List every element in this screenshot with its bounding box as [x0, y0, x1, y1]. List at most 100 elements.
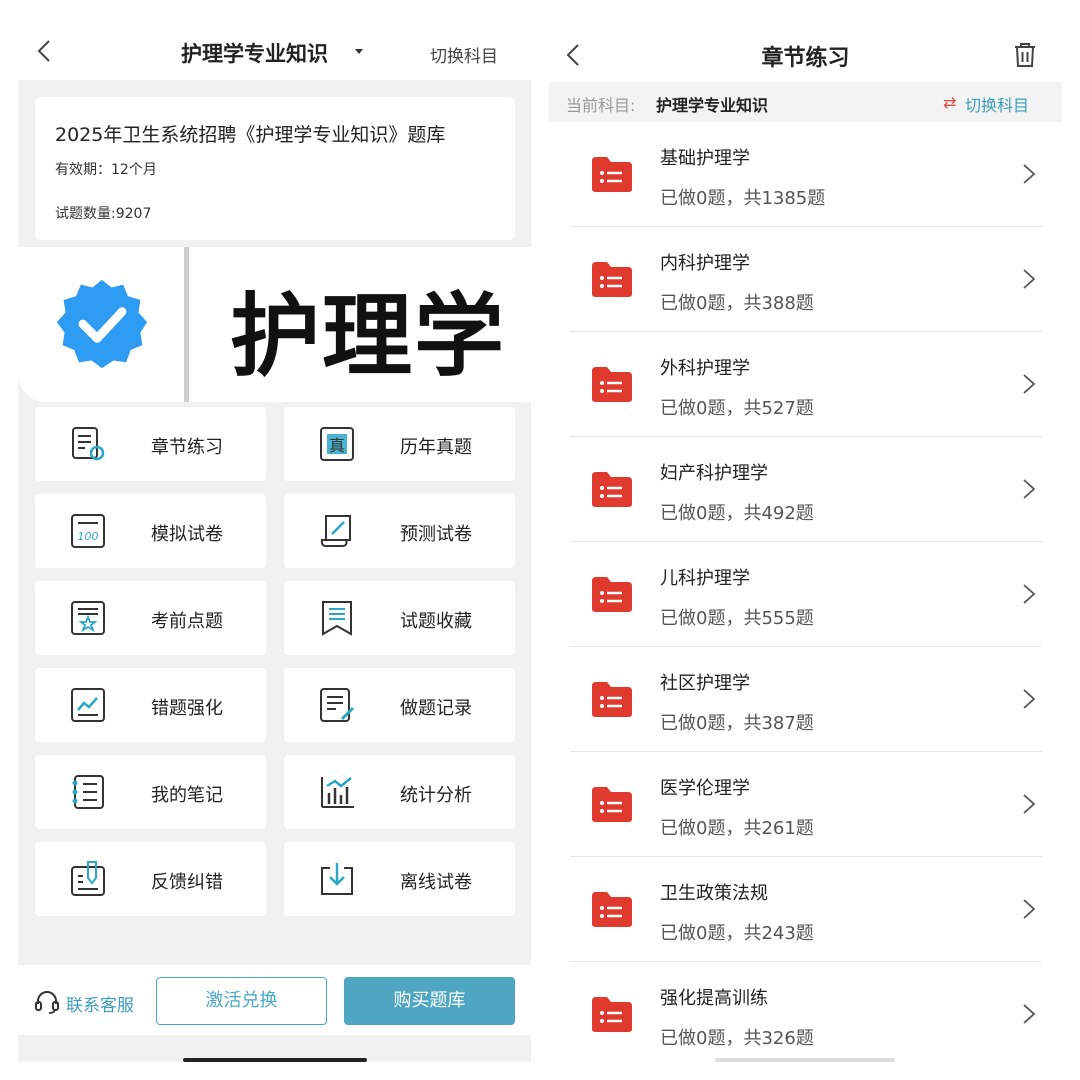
switch-subject-link[interactable]: 切换科目: [430, 42, 498, 67]
tile-past-exams[interactable]: 真 历年真题: [284, 407, 515, 481]
list-item[interactable]: 外科护理学 已做0题，共527题: [549, 332, 1062, 437]
chapter-progress: 已做0题，共1385题: [660, 188, 826, 209]
tile-label: 做题记录: [400, 698, 472, 719]
list-item[interactable]: 医学伦理学 已做0题，共261题: [549, 752, 1062, 857]
chapter-practice-icon: [72, 427, 105, 461]
list-item[interactable]: 强化提高训练 已做0题，共326题: [549, 962, 1062, 1067]
banner-divider: [184, 247, 189, 402]
switch-subject-link[interactable]: 切换科目: [965, 92, 1029, 116]
tile-my-notes[interactable]: 我的笔记: [35, 755, 266, 829]
chapter-progress: 已做0题，共555题: [660, 608, 814, 629]
top-nav-bar: 护理学专业知识 切换科目: [18, 22, 531, 80]
verified-badge-icon: [56, 279, 148, 369]
mock-paper-icon: 100: [71, 514, 105, 548]
home-indicator: [715, 1058, 895, 1062]
chevron-right-icon[interactable]: [1021, 372, 1037, 396]
chapter-name: 儿科护理学: [660, 568, 750, 589]
swap-icon[interactable]: ⇄: [943, 93, 956, 112]
back-arrow-icon[interactable]: [30, 36, 60, 66]
tile-label: 预测试卷: [400, 524, 472, 545]
list-item[interactable]: 基础护理学 已做0题，共1385题: [549, 122, 1062, 227]
chapter-progress: 已做0题，共326题: [660, 1028, 814, 1049]
tile-feedback[interactable]: 反馈纠错: [35, 842, 266, 916]
page-title[interactable]: 护理学专业知识: [181, 38, 328, 68]
banner-subject-text: 护理学: [230, 284, 506, 389]
bank-info-card: 2025年卫生系统招聘《护理学专业知识》题库 有效期：12个月 试题数量:920…: [35, 97, 515, 240]
folder-list-icon: [592, 262, 632, 297]
list-item[interactable]: 内科护理学 已做0题，共388题: [549, 227, 1062, 332]
chapter-practice-screen: 章节练习 当前科目: 护理学专业知识 ⇄ 切换科目 基础护理学 已做0题，共13…: [549, 0, 1062, 1062]
question-bank-home-screen: 护理学专业知识 切换科目 2025年卫生系统招聘《护理学专业知识》题库 有效期：…: [18, 0, 531, 1062]
folder-list-icon: [592, 682, 632, 717]
tile-label: 模拟试卷: [151, 524, 223, 545]
chevron-right-icon[interactable]: [1021, 897, 1037, 921]
chapter-name: 内科护理学: [660, 253, 750, 274]
current-subject-bar: 当前科目: 护理学专业知识 ⇄ 切换科目: [549, 82, 1062, 122]
bank-title: 2025年卫生系统招聘《护理学专业知识》题库: [55, 124, 446, 146]
folder-list-icon: [592, 787, 632, 822]
feedback-icon: [71, 861, 105, 896]
list-item[interactable]: 妇产科护理学 已做0题，共492题: [549, 437, 1062, 542]
list-item[interactable]: 卫生政策法规 已做0题，共243题: [549, 857, 1062, 962]
headset-icon[interactable]: [34, 989, 60, 1015]
tile-label: 历年真题: [400, 437, 472, 458]
chevron-right-icon[interactable]: [1021, 267, 1037, 291]
tile-label: 错题强化: [151, 698, 223, 719]
list-item[interactable]: 社区护理学 已做0题，共387题: [549, 647, 1062, 752]
chapter-name: 卫生政策法规: [660, 883, 768, 904]
tile-label: 试题收藏: [400, 611, 472, 632]
tile-label: 考前点题: [151, 611, 223, 632]
chapter-progress: 已做0题，共388题: [660, 293, 814, 314]
current-subject-label: 当前科目:: [566, 96, 636, 115]
question-count-text: 试题数量:9207: [55, 206, 152, 222]
past-exams-icon: 真: [320, 427, 354, 461]
tile-label: 章节练习: [151, 437, 223, 458]
chapter-progress: 已做0题，共387题: [660, 713, 814, 734]
tile-forecast-paper[interactable]: 预测试卷: [284, 494, 515, 568]
svg-text:100: 100: [78, 530, 99, 543]
chevron-right-icon[interactable]: [1021, 477, 1037, 501]
practice-record-icon: [320, 688, 355, 722]
page-title: 章节练习: [761, 46, 850, 71]
folder-list-icon: [592, 157, 632, 192]
trash-icon[interactable]: [1013, 42, 1037, 68]
chapter-name: 基础护理学: [660, 148, 750, 169]
chapter-name: 外科护理学: [660, 358, 750, 379]
home-indicator: [183, 1058, 367, 1062]
tile-offline-paper[interactable]: 离线试卷: [284, 842, 515, 916]
chapter-progress: 已做0题，共261题: [660, 818, 814, 839]
tile-label: 我的笔记: [151, 785, 223, 806]
bookmark-icon: [322, 601, 352, 636]
tile-mistake-review[interactable]: 错题强化: [35, 668, 266, 742]
chevron-right-icon[interactable]: [1021, 792, 1037, 816]
offline-download-icon: [321, 863, 353, 895]
chevron-right-icon[interactable]: [1021, 1002, 1037, 1026]
chevron-right-icon[interactable]: [1021, 162, 1037, 186]
tile-practice-record[interactable]: 做题记录: [284, 668, 515, 742]
chapter-name: 妇产科护理学: [660, 463, 768, 484]
tile-mock-paper[interactable]: 100 模拟试卷: [35, 494, 266, 568]
tile-statistics[interactable]: 统计分析: [284, 755, 515, 829]
statistics-icon: [321, 777, 354, 808]
mistake-review-icon: [71, 688, 105, 722]
subject-banner: 护理学: [18, 247, 531, 402]
chapter-progress: 已做0题，共527题: [660, 398, 814, 419]
pre-exam-tips-icon: [71, 601, 105, 635]
tile-label: 离线试卷: [400, 872, 472, 893]
folder-list-icon: [592, 997, 632, 1032]
tile-pre-exam-tips[interactable]: 考前点题: [35, 581, 266, 655]
contact-service-link[interactable]: 联系客服: [66, 991, 134, 1016]
chapter-name: 医学伦理学: [660, 778, 750, 799]
folder-list-icon: [592, 892, 632, 927]
chapter-progress: 已做0题，共243题: [660, 923, 814, 944]
tile-label: 统计分析: [400, 785, 472, 806]
chevron-right-icon[interactable]: [1021, 582, 1037, 606]
validity-text: 有效期：12个月: [55, 162, 157, 178]
buy-bank-button[interactable]: 购买题库: [344, 977, 515, 1025]
tile-chapter-practice[interactable]: 章节练习: [35, 407, 266, 481]
activate-redeem-button[interactable]: 激活兑换: [156, 977, 327, 1025]
tile-bookmarks[interactable]: 试题收藏: [284, 581, 515, 655]
chevron-right-icon[interactable]: [1021, 687, 1037, 711]
caret-down-icon[interactable]: [355, 49, 363, 54]
list-item[interactable]: 儿科护理学 已做0题，共555题: [549, 542, 1062, 647]
